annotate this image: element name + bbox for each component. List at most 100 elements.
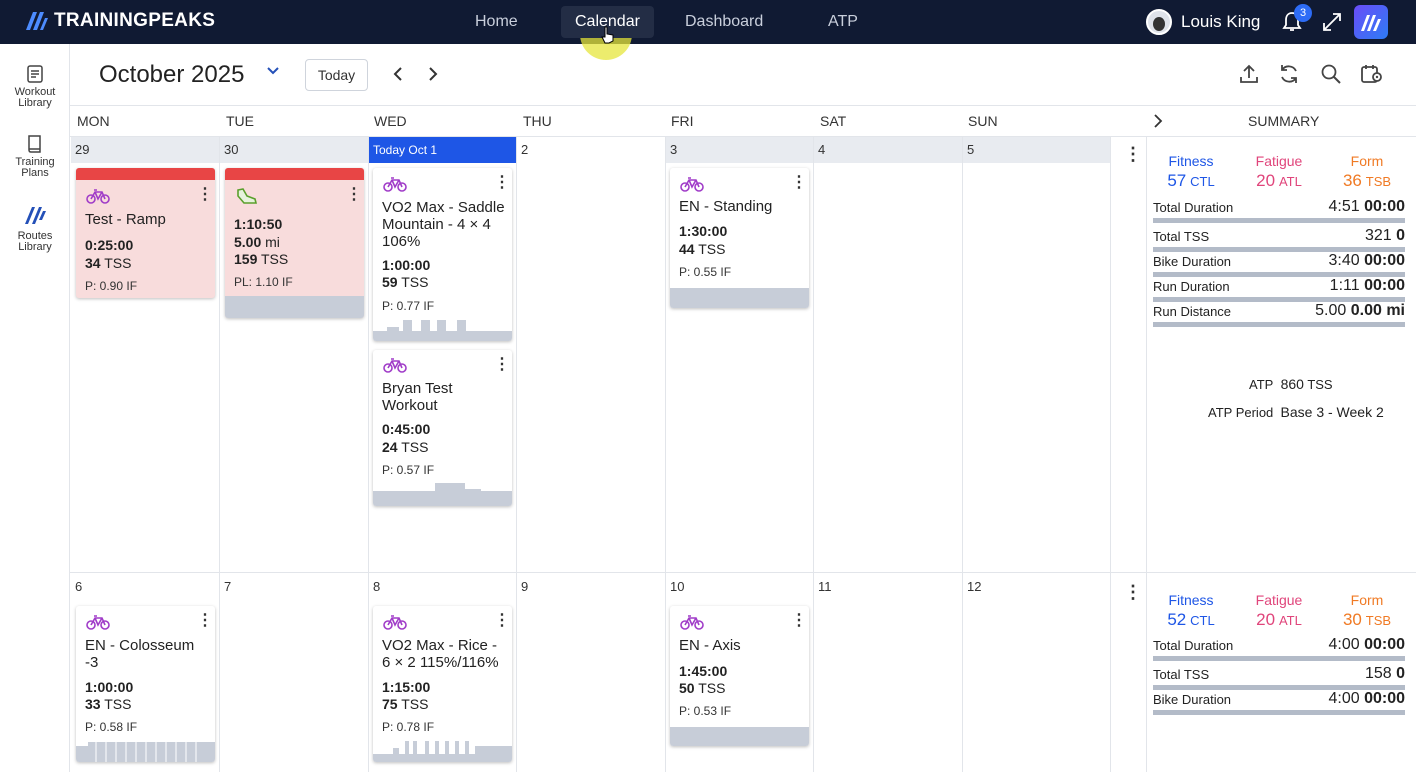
nav-home[interactable]: Home [461,6,532,38]
notification-badge: 3 [1294,4,1312,22]
workout-card[interactable]: ⋮ Test - Ramp 0:25:00 34 TSS P: 0.90 IF [76,168,215,298]
chevron-right-icon[interactable] [1153,114,1163,128]
day-header-wed: WED [374,113,407,129]
summary-row: Total Duration 4:51 00:00 [1153,198,1405,224]
month-title[interactable]: October 2025 [99,61,244,89]
today-date-label: Today Oct 1 [369,137,516,163]
fatigue-metric: Fatigue 20 ATL [1255,153,1303,190]
divider [962,137,963,772]
workout-title: Test - Ramp [85,211,166,228]
sidebar-item-routes-library[interactable]: Routes Library [0,204,70,253]
user-name: Louis King [1181,12,1261,31]
summary-row: Run Duration 1:11 00:00 [1153,277,1405,303]
more-options-icon[interactable]: ⋮ [197,613,213,629]
more-options-icon[interactable]: ⋮ [494,175,510,191]
sidebar-label: Library [18,241,52,253]
today-button[interactable]: Today [305,59,368,91]
date-label: 10 [670,579,685,594]
workout-card[interactable]: ⋮ 1:10:50 5.00 mi 159 TSS PL: 1.10 IF [225,168,364,318]
workout-title: Bryan Test Workout [382,380,453,414]
date-label: 11 [818,579,832,594]
bike-icon [383,358,407,373]
hand-cursor-icon [601,26,614,44]
bike-icon [86,189,110,204]
missed-indicator [225,168,364,180]
nav-atp[interactable]: ATP [814,6,872,38]
workout-tss: 44 TSS [679,241,726,257]
workout-duration: 0:25:00 [85,237,134,253]
sync-icon[interactable] [1278,63,1300,85]
library-icon [27,65,43,83]
missed-indicator [76,168,215,180]
app-switcher[interactable] [1354,5,1388,39]
workout-tss: 24 TSS [382,439,429,455]
expand-icon[interactable] [1322,12,1342,32]
workout-card[interactable]: ⋮ EN - Standing 1:30:00 44 TSS P: 0.55 I… [670,168,809,308]
date-label: 9 [521,579,529,594]
workout-if: P: 0.90 IF [85,279,138,293]
divider [516,137,517,772]
fatigue-metric: Fatigue 20 ATL [1255,592,1303,629]
workout-title: VO2 Max - Rice - 6 × 2 115%/116% [382,637,499,671]
sidebar-item-training-plans[interactable]: Training Plans [0,134,70,179]
chevron-left-icon[interactable] [392,66,404,82]
form-metric: Form 36 TSB [1342,153,1392,190]
workout-card[interactable]: ⋮ EN - Colosseum -3 1:00:00 33 TSS P: 0.… [76,606,215,762]
workout-title: VO2 Max - Saddle Mountain - 4 × 4 106% [382,199,505,250]
workout-card[interactable]: ⋮ VO2 Max - Rice - 6 × 2 115%/116% 1:15:… [373,606,512,762]
calendar-settings-icon[interactable] [1360,63,1384,85]
workout-graph [373,483,512,506]
divider [665,137,666,772]
workout-duration: 1:10:50 [234,216,283,232]
date-label: 8 [373,579,381,594]
sidebar-item-workout-library[interactable]: Workout Library [0,64,70,109]
date-label: 3 [666,137,813,163]
week-options-icon[interactable]: ⋮ [1124,582,1142,603]
date-label: 30 [220,137,368,163]
more-options-icon[interactable]: ⋮ [494,357,510,373]
workout-graph [373,741,512,762]
chevron-right-icon[interactable] [427,66,439,82]
workout-duration: 0:45:00 [382,421,431,437]
workout-title: EN - Standing [679,198,773,215]
atp-period: ATP Period Base 3 - Week 2 [1208,404,1384,420]
workout-duration: 1:15:00 [382,679,431,695]
workout-card[interactable]: ⋮ EN - Axis 1:45:00 50 TSS P: 0.53 IF [670,606,809,746]
chevron-down-icon[interactable] [266,66,280,76]
date-label: 4 [814,137,962,163]
more-options-icon[interactable]: ⋮ [197,187,213,203]
brand-logo[interactable]: TRAININGPEAKS [24,10,215,32]
workout-duration: 1:00:00 [85,679,134,695]
workout-if: P: 0.77 IF [382,299,435,313]
workout-if: P: 0.53 IF [679,704,732,718]
workout-tss: 159 TSS [234,251,289,267]
nav-dashboard[interactable]: Dashboard [671,6,777,38]
summary-row: Total TSS 321 0 [1153,227,1405,253]
tp-app-icon [1361,15,1381,31]
search-icon[interactable] [1320,63,1342,85]
more-options-icon[interactable]: ⋮ [791,613,807,629]
workout-tss: 75 TSS [382,696,429,712]
workout-card[interactable]: ⋮ VO2 Max - Saddle Mountain - 4 × 4 106%… [373,168,512,341]
book-icon [28,135,41,153]
workout-graph [225,296,364,318]
workout-tss: 59 TSS [382,274,429,290]
week-options-icon[interactable]: ⋮ [1124,144,1142,165]
date-label: 12 [967,579,982,594]
sidebar-label: Plans [21,167,49,179]
more-options-icon[interactable]: ⋮ [494,613,510,629]
bike-icon [680,177,704,192]
user-menu[interactable]: Louis King [1146,9,1260,35]
workout-card[interactable]: ⋮ Bryan Test Workout 0:45:00 24 TSS P: 0… [373,350,512,506]
divider [70,105,1416,106]
fitness-metric: Fitness 57 CTL [1167,153,1215,190]
sidebar-label: Library [18,97,52,109]
day-header-sat: SAT [820,113,847,129]
summary-row: Total TSS 158 0 [1153,665,1405,691]
trainingpeaks-logo-icon [26,12,48,30]
left-sidebar: Workout Library Training Plans Routes Li… [0,44,70,772]
more-options-icon[interactable]: ⋮ [346,187,362,203]
more-options-icon[interactable]: ⋮ [791,175,807,191]
brand-name: TRAININGPEAKS [54,10,216,31]
upload-icon[interactable] [1238,63,1260,85]
